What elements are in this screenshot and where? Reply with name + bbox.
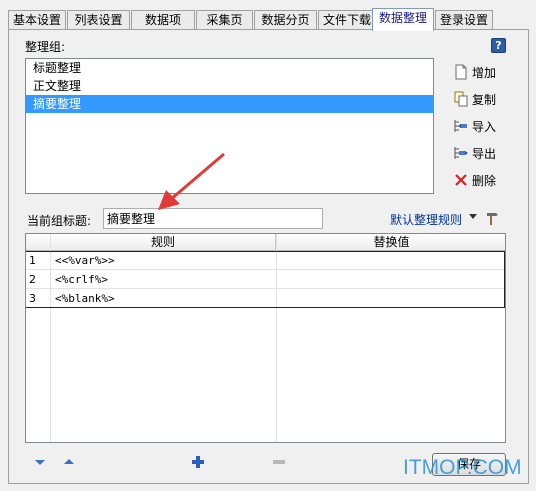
- group-list[interactable]: 标题整理 正文整理 摘要整理: [25, 58, 434, 194]
- replace-cell[interactable]: [277, 251, 505, 270]
- delete-button[interactable]: 删除: [452, 170, 522, 190]
- table-row[interactable]: 1 <<%var%>>: [26, 251, 505, 270]
- rules-grid[interactable]: 规则 替换值 1 <<%var%>> 2 <%crlf%> 3 <%blank%…: [25, 233, 506, 443]
- help-icon[interactable]: ?: [491, 38, 506, 53]
- list-item[interactable]: 正文整理: [26, 77, 433, 95]
- delete-x-icon: [452, 171, 470, 189]
- add-button[interactable]: 增加: [452, 62, 522, 82]
- remove-row-icon[interactable]: [271, 454, 287, 470]
- column-header-rule[interactable]: 规则: [51, 234, 276, 251]
- current-title-input[interactable]: [103, 208, 323, 229]
- rule-cell[interactable]: <%crlf%>: [52, 270, 276, 289]
- tab-list-settings[interactable]: 列表设置: [67, 10, 130, 30]
- import-icon: [452, 117, 470, 135]
- tab-login-settings[interactable]: 登录设置: [435, 10, 493, 30]
- export-label: 导出: [472, 146, 497, 161]
- row-number: 1: [29, 254, 36, 267]
- copy-icon: [452, 90, 470, 108]
- tab-data-paging[interactable]: 数据分页: [254, 10, 317, 30]
- tab-file-download[interactable]: 文件下载: [318, 10, 376, 30]
- move-down-icon[interactable]: [32, 454, 48, 470]
- grid-corner: [26, 234, 51, 251]
- move-up-icon[interactable]: [61, 454, 77, 470]
- grid-header: 规则 替换值: [26, 234, 505, 251]
- new-document-icon: [452, 63, 470, 81]
- tab-data-items[interactable]: 数据项: [131, 10, 195, 30]
- rule-cell[interactable]: <%blank%>: [52, 289, 276, 308]
- row-number: 3: [29, 292, 36, 305]
- list-item[interactable]: 摘要整理: [26, 95, 433, 113]
- copy-label: 复制: [472, 92, 497, 107]
- default-rules-link[interactable]: 默认整理规则: [390, 211, 462, 228]
- export-button[interactable]: 导出: [452, 143, 522, 163]
- tab-basic-settings[interactable]: 基本设置: [8, 10, 66, 30]
- add-label: 增加: [472, 65, 497, 80]
- chevron-down-icon[interactable]: [469, 214, 477, 219]
- tab-data-cleanup[interactable]: 数据整理: [372, 8, 434, 31]
- import-label: 导入: [472, 119, 497, 134]
- hammer-icon[interactable]: [484, 209, 502, 227]
- replace-cell[interactable]: [277, 289, 505, 308]
- list-item[interactable]: 标题整理: [26, 59, 433, 77]
- replace-cell[interactable]: [277, 270, 505, 289]
- save-button[interactable]: 保存: [432, 453, 506, 476]
- add-row-icon[interactable]: [190, 454, 206, 470]
- tab-collect-page[interactable]: 采集页: [196, 10, 253, 30]
- table-row[interactable]: 3 <%blank%>: [26, 289, 505, 308]
- group-label: 整理组:: [25, 40, 66, 54]
- rule-cell[interactable]: <<%var%>>: [52, 251, 276, 270]
- table-row[interactable]: 2 <%crlf%>: [26, 270, 505, 289]
- row-number: 2: [29, 273, 36, 286]
- delete-label: 删除: [472, 173, 497, 188]
- column-header-replace[interactable]: 替换值: [276, 234, 505, 251]
- import-button[interactable]: 导入: [452, 116, 522, 136]
- export-icon: [452, 144, 470, 162]
- copy-button[interactable]: 复制: [452, 89, 522, 109]
- current-title-label: 当前组标题:: [27, 214, 92, 228]
